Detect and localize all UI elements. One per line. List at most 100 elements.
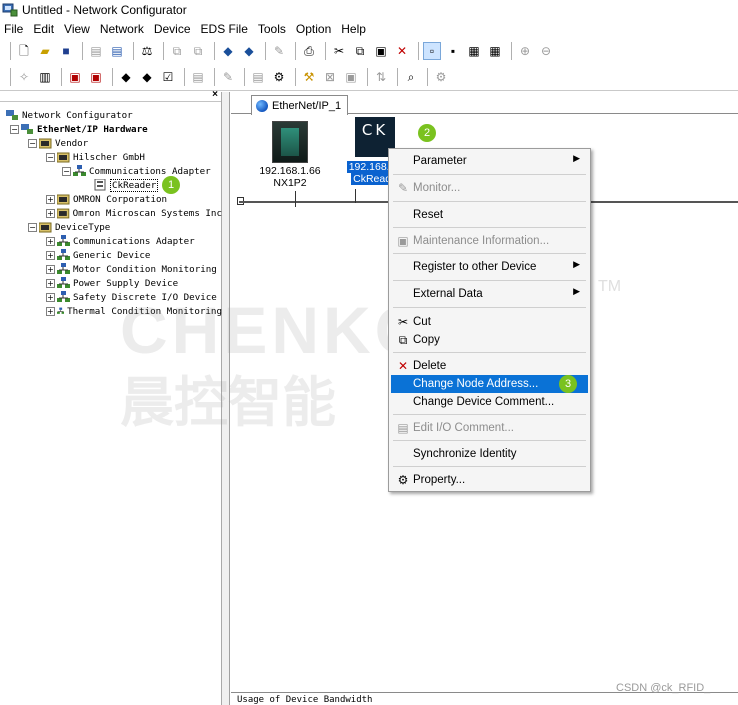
menu-tools[interactable]: Tools xyxy=(258,22,286,36)
menu-view[interactable]: View xyxy=(64,22,90,36)
tree-item-devicetype[interactable]: − DeviceType xyxy=(0,220,222,234)
title-bar: Untitled - Network Configurator xyxy=(0,0,738,20)
menu-option[interactable]: Option xyxy=(296,22,331,36)
menu-item-synchronize-identity[interactable]: Synchronize Identity xyxy=(391,445,588,463)
upload-icon[interactable]: ▤ xyxy=(108,42,126,60)
main-toolbar: 🗋 ▰ ■ ▤ ▤ ⚖ ⧉ ⧉ ◆ ◆ ✎ ⎙ ✂ ⧉ ▣ ✕ ▫ ▪ ▦ ▦ … xyxy=(0,38,738,64)
disconnect-icon[interactable]: ◆ xyxy=(240,42,258,60)
network-up-icon[interactable]: ◆ xyxy=(117,68,135,86)
tree-item-motor-condition-monitoring[interactable]: + Motor Condition Monitoring xyxy=(0,262,222,276)
window-icon[interactable]: ▣ xyxy=(342,68,360,86)
menu-item-change-node-address[interactable]: Change Node Address... 3 xyxy=(391,375,588,393)
tree-item-ckreader[interactable]: CkReader 1 xyxy=(0,176,222,194)
monitor-icon[interactable]: ✎ xyxy=(270,42,288,60)
collapse-icon[interactable]: − xyxy=(28,138,37,148)
expand-icon[interactable]: + xyxy=(46,194,55,204)
menu-item-copy[interactable]: ⧉ Copy xyxy=(391,331,588,349)
io-comment-icon[interactable]: ▤ xyxy=(249,68,267,86)
tree-item-hilscher[interactable]: − Hilscher GmbH xyxy=(0,150,222,164)
menu-device[interactable]: Device xyxy=(154,22,191,36)
offline-icon[interactable]: ⧉ xyxy=(189,42,207,60)
expand-icon[interactable]: + xyxy=(46,250,55,260)
save-icon[interactable]: ■ xyxy=(57,42,75,60)
small-icons-icon[interactable]: ▪ xyxy=(444,42,462,60)
expand-icon[interactable]: + xyxy=(46,264,55,274)
report-icon[interactable]: ▥ xyxy=(36,68,54,86)
new-file-icon[interactable]: 🗋 xyxy=(15,42,33,60)
tree-item-omron[interactable]: + OMRON Corporation xyxy=(0,192,222,206)
tree-item-power-supply-device[interactable]: + Power Supply Device xyxy=(0,276,222,290)
tree-item-thermal-condition-monitoring[interactable]: + Thermal Condition Monitoring xyxy=(0,304,222,318)
collapse-icon[interactable]: − xyxy=(10,124,19,134)
large-icons-icon[interactable]: ▫ xyxy=(423,42,441,60)
tree-item-type-communications-adapter[interactable]: + Communications Adapter xyxy=(0,234,222,248)
zoom-out-icon[interactable]: ⊖ xyxy=(537,42,555,60)
expand-icon[interactable]: + xyxy=(46,292,55,302)
menu-item-monitor[interactable]: ✎ Monitor... xyxy=(391,179,588,197)
online-icon[interactable]: ⧉ xyxy=(168,42,186,60)
menu-file[interactable]: File xyxy=(4,22,23,36)
parameter-icon[interactable]: ✎ xyxy=(219,68,237,86)
collapse-icon[interactable]: − xyxy=(62,166,71,176)
menu-item-register-to-other-device[interactable]: Register to other Device ▶ xyxy=(391,258,588,276)
close-pane-icon[interactable]: × xyxy=(212,89,218,100)
menu-item-delete[interactable]: ✕ Delete xyxy=(391,357,588,375)
check-icon[interactable]: ☑ xyxy=(159,68,177,86)
tree-item-label: Generic Device xyxy=(73,249,151,261)
menu-item-parameter[interactable]: Parameter ▶ xyxy=(391,152,588,170)
menu-network[interactable]: Network xyxy=(100,22,144,36)
expand-icon[interactable]: + xyxy=(46,278,55,288)
menu-item-cut[interactable]: ✂ Cut xyxy=(391,313,588,331)
menu-item-maintenance-information[interactable]: ▣ Maintenance Information... xyxy=(391,232,588,250)
pane-splitter[interactable] xyxy=(222,92,230,705)
tab-ethernet-ip-1[interactable]: EtherNet/IP_1 xyxy=(251,95,349,115)
property-icon[interactable]: ⚙ xyxy=(270,68,288,86)
register-device-icon[interactable]: ▣ xyxy=(66,68,84,86)
menu-item-property[interactable]: ⚙ Property... xyxy=(391,471,588,489)
expand-icon[interactable]: + xyxy=(46,236,55,246)
menu-eds-file[interactable]: EDS File xyxy=(201,22,248,36)
copy-icon[interactable]: ⧉ xyxy=(351,42,369,60)
connect-icon[interactable]: ◆ xyxy=(219,42,237,60)
device-icon xyxy=(94,179,106,191)
tree-item-safety-discrete-io-device[interactable]: + Safety Discrete I/O Device xyxy=(0,290,222,304)
tools-icon[interactable]: ⚒ xyxy=(300,68,318,86)
maintenance-icon[interactable]: ▤ xyxy=(189,68,207,86)
cut-icon[interactable]: ✂ xyxy=(330,42,348,60)
tree-item-omron-microscan[interactable]: + Omron Microscan Systems Inc xyxy=(0,206,222,220)
open-folder-icon[interactable]: ▰ xyxy=(36,42,54,60)
collapse-icon[interactable]: − xyxy=(28,222,37,232)
sort-icon[interactable]: ⇅ xyxy=(372,68,390,86)
tree-item-ethernet-ip-hardware[interactable]: − EtherNet/IP Hardware xyxy=(0,122,222,136)
menu-edit[interactable]: Edit xyxy=(33,22,54,36)
settings-icon[interactable]: ⚙ xyxy=(432,68,450,86)
expand-icon[interactable]: + xyxy=(46,208,55,218)
tree-item-vendor[interactable]: − Vendor xyxy=(0,136,222,150)
menu-item-external-data[interactable]: External Data ▶ xyxy=(391,285,588,303)
menu-item-change-device-comment[interactable]: Change Device Comment... xyxy=(391,393,588,411)
paste-icon[interactable]: ▣ xyxy=(372,42,390,60)
list-view-icon[interactable]: ▦ xyxy=(465,42,483,60)
tree-item-network-configurator[interactable]: Network Configurator xyxy=(0,108,222,122)
expand-icon[interactable]: + xyxy=(46,306,55,316)
network-down-icon[interactable]: ◆ xyxy=(138,68,156,86)
menu-help[interactable]: Help xyxy=(341,22,366,36)
details-view-icon[interactable]: ▦ xyxy=(486,42,504,60)
delete-icon[interactable]: ✕ xyxy=(393,42,411,60)
device-name: NX1P2 xyxy=(273,177,307,189)
collapse-icon[interactable]: − xyxy=(46,152,55,162)
download-icon[interactable]: ▤ xyxy=(87,42,105,60)
find-icon[interactable]: ⌕ xyxy=(402,68,420,86)
toolbar-separator xyxy=(214,42,215,60)
tree-item-generic-device[interactable]: + Generic Device xyxy=(0,248,222,262)
zoom-in-icon[interactable]: ⊕ xyxy=(516,42,534,60)
unregister-device-icon[interactable]: ▣ xyxy=(87,68,105,86)
tree-item-communications-adapter[interactable]: − Communications Adapter xyxy=(0,164,222,178)
table-icon[interactable]: ⊠ xyxy=(321,68,339,86)
wizard-icon[interactable]: ✧ xyxy=(15,68,33,86)
menu-item-reset[interactable]: Reset xyxy=(391,206,588,224)
device-nx1p2[interactable]: 192.168.1.66 NX1P2 xyxy=(255,121,325,207)
menu-item-edit-io-comment[interactable]: ▤ Edit I/O Comment... xyxy=(391,419,588,437)
compare-icon[interactable]: ⚖ xyxy=(138,42,156,60)
print-icon[interactable]: ⎙ xyxy=(300,42,318,60)
